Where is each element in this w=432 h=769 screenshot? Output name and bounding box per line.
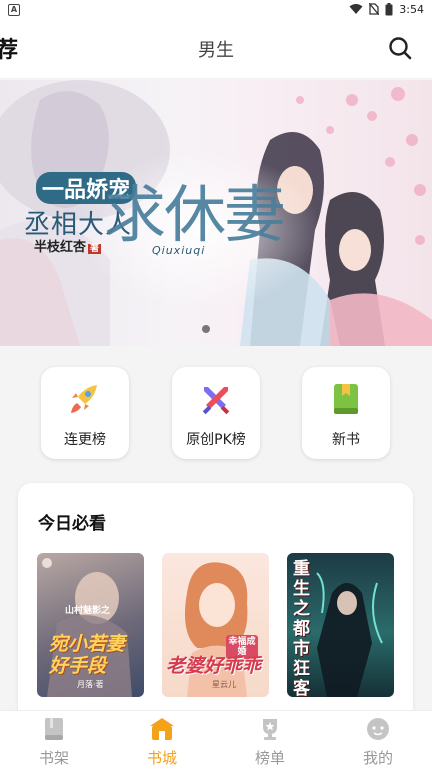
tab-male[interactable]: 男生: [0, 36, 432, 62]
banner-pinyin: Qiuxiuqi: [152, 244, 206, 257]
book-cover-title: 重生之都市狂客: [293, 559, 310, 697]
banner-author-tag: 著: [88, 244, 102, 254]
menu-label: 原创PK榜: [186, 432, 246, 448]
top-header: 荐 男生: [0, 18, 432, 78]
menu-card-original-pk[interactable]: 原创PK榜: [172, 367, 260, 459]
menu-label: 新书: [332, 432, 360, 448]
status-icons: 3:54: [349, 2, 424, 16]
book-cover[interactable]: 幸福成婚 老婆好乖乖 星云儿: [162, 553, 269, 697]
rocket-icon: [71, 385, 97, 413]
nav-label: 我的: [362, 749, 393, 767]
book-cover-author: 月落·著: [77, 680, 104, 689]
bottom-navigation: 书架 书城 榜单 我的: [0, 710, 432, 769]
status-bar: A 3:54: [0, 0, 432, 18]
menu-card-new-books[interactable]: 新书: [302, 367, 390, 459]
battery-icon: [385, 2, 393, 15]
nav-bookstore[interactable]: 书城: [132, 717, 192, 768]
book-icon: [334, 384, 358, 414]
book-cover-subtitle: 山村魅影之: [65, 606, 111, 616]
search-icon[interactable]: [388, 36, 412, 60]
nav-label: 榜单: [254, 749, 285, 767]
banner-carousel[interactable]: 一品娇宠 丞相大人 求休妻 Qiuxiuqi 半枝红杏著: [0, 80, 432, 346]
book-cover[interactable]: 重生之都市狂客: [287, 553, 394, 697]
nav-label: 书城: [146, 749, 177, 767]
book-cover-title: 老婆好乖乖: [166, 655, 262, 677]
bookstore-icon: [150, 718, 174, 740]
banner-author-name: 半枝红杏: [34, 240, 87, 255]
nav-label: 书架: [38, 749, 69, 767]
banner-title-main: 求休妻: [104, 178, 286, 251]
book-cover[interactable]: 山村魅影之 宛小若妻好手段 月落·著: [37, 553, 144, 697]
today-must-read-section: 今日必看 山村魅影之 宛小若妻好手段 月落·著 幸福成婚 老婆好乖乖 星云儿 重…: [18, 483, 413, 723]
menu-label: 连更榜: [64, 432, 106, 448]
category-menu: 连更榜 原创PK榜 新书: [0, 367, 432, 462]
carousel-indicator[interactable]: [201, 324, 211, 334]
banner-author: 半枝红杏著: [34, 236, 102, 255]
section-title: 今日必看: [38, 514, 106, 534]
book-cover-title: 宛小若妻好手段: [49, 633, 126, 677]
app-notification-icon: A: [8, 4, 20, 16]
profile-icon: [367, 718, 389, 740]
nav-profile[interactable]: 我的: [348, 717, 408, 768]
nav-bookshelf[interactable]: 书架: [24, 717, 84, 768]
wifi-icon: [349, 4, 363, 14]
crossed-swords-icon: [202, 387, 230, 415]
ranking-icon: [263, 719, 277, 740]
status-time: 3:54: [399, 2, 424, 16]
menu-card-continuous-ranking[interactable]: 连更榜: [41, 367, 129, 459]
book-cover-author: 星云儿: [212, 680, 236, 689]
no-sim-icon: [369, 3, 380, 15]
bookshelf-icon: [45, 718, 63, 740]
nav-ranking[interactable]: 榜单: [240, 717, 300, 768]
